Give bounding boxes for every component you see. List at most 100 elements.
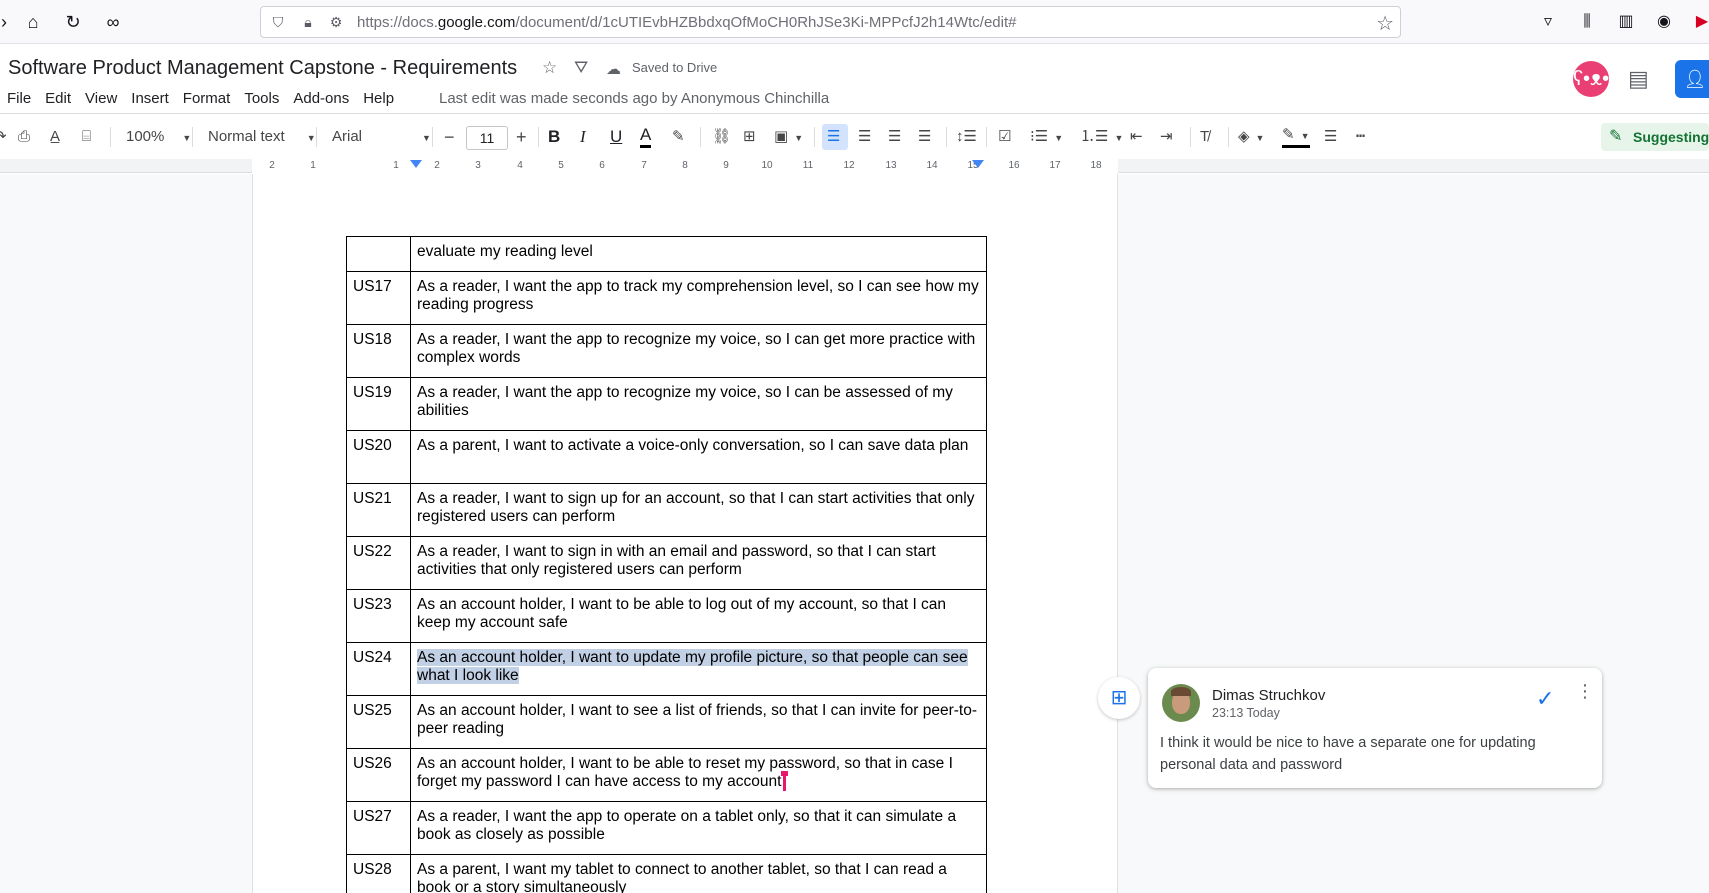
table-cell-id[interactable]: US25: [346, 695, 411, 749]
table-cell-id[interactable]: US27: [346, 801, 411, 855]
italic-icon[interactable]: I: [580, 126, 586, 148]
table-row[interactable]: US21 As a reader, I want to sign up for …: [346, 483, 987, 537]
menu-file[interactable]: File: [0, 88, 38, 110]
border-dash-icon[interactable]: ┅: [1356, 126, 1365, 148]
last-edit-link[interactable]: Last edit was made seconds ago by Anonym…: [439, 90, 829, 107]
reload-icon[interactable]: ↻: [61, 10, 85, 34]
table-cell-text[interactable]: As an account holder, I want to be able …: [410, 748, 987, 802]
extension-icon[interactable]: ▶: [1690, 10, 1709, 34]
table-cell-text[interactable]: As a reader, I want to sign up for an ac…: [410, 483, 987, 537]
table-row[interactable]: US19 As a reader, I want the app to reco…: [346, 377, 987, 431]
add-comment-icon[interactable]: ⊞: [743, 126, 756, 148]
table-cell-id[interactable]: [346, 236, 411, 272]
right-indent-marker[interactable]: [972, 160, 984, 168]
insert-image-icon[interactable]: ▣ ▼: [774, 126, 803, 148]
table-row[interactable]: US28 As a parent, I want my tablet to co…: [346, 854, 987, 893]
menu-edit[interactable]: Edit: [38, 88, 78, 110]
menu-format[interactable]: Format: [176, 88, 238, 110]
table-row[interactable]: US22 As a reader, I want to sign in with…: [346, 536, 987, 590]
table-cell-text[interactable]: As an account holder, I want to be able …: [410, 589, 987, 643]
table-cell-text[interactable]: As a parent, I want to activate a voice-…: [410, 430, 987, 484]
star-icon[interactable]: ☆: [542, 58, 557, 78]
menu-tools[interactable]: Tools: [237, 88, 286, 110]
table-cell-text[interactable]: As an account holder, I want to see a li…: [410, 695, 987, 749]
table-row[interactable]: evaluate my reading level: [346, 236, 987, 272]
table-cell-id[interactable]: US22: [346, 536, 411, 590]
table-row[interactable]: US27 As a reader, I want the app to oper…: [346, 801, 987, 855]
table-row[interactable]: US25 As an account holder, I want to see…: [346, 695, 987, 749]
cloud-saved-icon[interactable]: ☁: [606, 60, 621, 78]
user-avatar[interactable]: ʕ•ᴥ•ʔ: [1573, 61, 1619, 97]
lock-icon[interactable]: 🔒︎: [299, 13, 317, 31]
menu-help[interactable]: Help: [356, 88, 401, 110]
paint-format-icon[interactable]: ⌸: [82, 126, 91, 148]
ruler[interactable]: 2 1 1 2 3 4 5 6 7 8 9 10 11 12 13 14 15 …: [0, 159, 1709, 173]
table-cell-id[interactable]: US24: [346, 642, 411, 696]
checklist-icon[interactable]: ☑: [998, 126, 1011, 148]
line-spacing-icon[interactable]: ↕☰: [956, 126, 977, 148]
private-browsing-icon[interactable]: ∞: [101, 10, 125, 34]
sidebar-icon[interactable]: ▥: [1614, 10, 1638, 34]
redo-icon[interactable]: ↷: [0, 126, 7, 148]
increase-indent-icon[interactable]: ⇥: [1160, 126, 1173, 148]
bold-icon[interactable]: B: [548, 126, 560, 148]
font-select[interactable]: Arial ▼: [332, 126, 431, 148]
underline-icon[interactable]: U: [610, 126, 622, 148]
requirements-table[interactable]: evaluate my reading level US17 As a read…: [346, 236, 987, 893]
table-cell-id[interactable]: US19: [346, 377, 411, 431]
clear-formatting-icon[interactable]: T̸: [1200, 126, 1209, 148]
url-bar[interactable]: ⛉ 🔒︎ ⚙ https://docs.google.com/document/…: [260, 6, 1401, 38]
table-cell-id[interactable]: US28: [346, 854, 411, 893]
move-to-folder-icon[interactable]: ⛛: [574, 58, 588, 78]
add-comment-button[interactable]: ⊞: [1098, 677, 1140, 719]
bookmark-star-icon[interactable]: ☆: [1376, 11, 1394, 36]
table-cell-text[interactable]: As a reader, I want the app to track my …: [410, 271, 987, 325]
share-button[interactable]: 👤︎: [1675, 60, 1709, 98]
shield-icon[interactable]: ⛉: [269, 13, 287, 31]
menu-insert[interactable]: Insert: [124, 88, 176, 110]
increase-font-size-icon[interactable]: +: [516, 126, 527, 148]
border-width-icon[interactable]: ☰: [1324, 126, 1337, 148]
table-cell-text[interactable]: evaluate my reading level: [410, 236, 987, 272]
table-cell-text[interactable]: As a reader, I want the app to operate o…: [410, 801, 987, 855]
table-cell-id[interactable]: US17: [346, 271, 411, 325]
pocket-icon[interactable]: ▿: [1536, 10, 1560, 34]
account-icon[interactable]: ◉: [1652, 10, 1676, 34]
highlight-icon[interactable]: ✎: [672, 126, 685, 148]
border-color-icon[interactable]: ✎ ▼: [1282, 126, 1310, 148]
table-cell-id[interactable]: US26: [346, 748, 411, 802]
resolve-check-icon[interactable]: ✓: [1536, 686, 1554, 712]
library-icon[interactable]: ⫼: [1575, 10, 1599, 34]
menu-addons[interactable]: Add-ons: [286, 88, 356, 110]
decrease-font-size-icon[interactable]: −: [444, 126, 455, 148]
table-cell-id[interactable]: US21: [346, 483, 411, 537]
menu-view[interactable]: View: [78, 88, 124, 110]
align-right-icon[interactable]: ☰: [888, 126, 901, 148]
align-left-icon[interactable]: ☰: [827, 126, 840, 148]
table-cell-text[interactable]: As a reader, I want to sign in with an e…: [410, 536, 987, 590]
justify-icon[interactable]: ☰: [918, 126, 931, 148]
table-row[interactable]: US26 As an account holder, I want to be …: [346, 748, 987, 802]
table-cell-text-selected[interactable]: As an account holder, I want to update m…: [410, 642, 987, 696]
table-row[interactable]: US17 As a reader, I want the app to trac…: [346, 271, 987, 325]
bulleted-list-icon[interactable]: ⁝☰ ▼: [1030, 126, 1063, 148]
table-cell-id[interactable]: US18: [346, 324, 411, 378]
table-row[interactable]: US23 As an account holder, I want to be …: [346, 589, 987, 643]
table-row-selected[interactable]: US24 As an account holder, I want to upd…: [346, 642, 987, 696]
permissions-icon[interactable]: ⚙: [327, 13, 345, 31]
suggesting-mode-button[interactable]: ✎ Suggesting: [1601, 123, 1709, 151]
table-cell-text[interactable]: As a reader, I want the app to recognize…: [410, 377, 987, 431]
comment-card[interactable]: Dimas Struchkov 23:13 Today ✓ ⋮ I think …: [1148, 668, 1602, 788]
table-row[interactable]: US18 As a reader, I want the app to reco…: [346, 324, 987, 378]
zoom-select[interactable]: 100% ▼: [126, 126, 191, 148]
paragraph-style-select[interactable]: Normal text ▼: [208, 126, 316, 148]
font-size-input[interactable]: 11: [466, 126, 508, 150]
url-text[interactable]: https://docs.google.com/document/d/1cUTI…: [357, 14, 1016, 31]
decrease-indent-icon[interactable]: ⇤: [1130, 126, 1143, 148]
cell-background-icon[interactable]: ◈ ▼: [1238, 126, 1264, 148]
comment-history-icon[interactable]: ▤: [1628, 66, 1649, 92]
selected-text[interactable]: As an account holder, I want to update m…: [417, 649, 968, 684]
align-center-icon[interactable]: ☰: [858, 126, 871, 148]
table-cell-text[interactable]: As a parent, I want my tablet to connect…: [410, 854, 987, 893]
spellcheck-icon[interactable]: A̲: [50, 126, 60, 148]
